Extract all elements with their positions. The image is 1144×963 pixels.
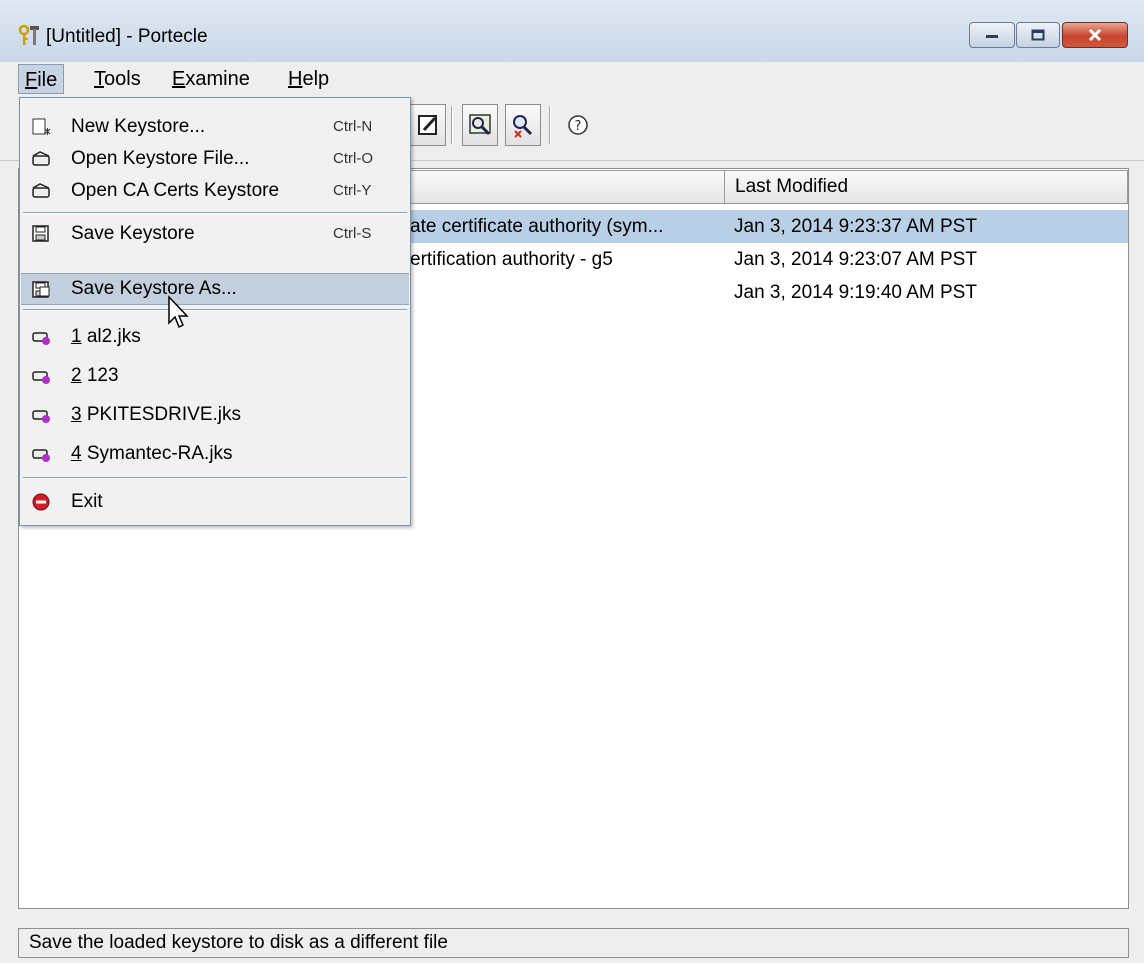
recent-keystore-icon bbox=[32, 371, 50, 384]
app-window: [Untitled] - Portecle File Tools Examine… bbox=[0, 0, 1144, 963]
recent-file-name: al2.jks bbox=[81, 326, 141, 347]
recent-keystore-icon bbox=[32, 449, 50, 462]
portecle-app-icon bbox=[18, 24, 39, 45]
menu-item-label: 1 al2.jks bbox=[71, 321, 141, 353]
menu-item-exit[interactable]: Exit bbox=[21, 486, 409, 518]
menu-item-accelerator: Ctrl-N bbox=[333, 118, 373, 135]
window-title: [Untitled] - Portecle bbox=[46, 26, 208, 47]
cell-last-modified: Jan 3, 2014 9:19:40 AM PST bbox=[734, 282, 977, 303]
file-menu-dropdown: New Keystore... Ctrl-N Open Keystore Fil… bbox=[19, 97, 411, 526]
menu-file-mnemonic: F bbox=[25, 69, 38, 91]
cell-last-modified: Jan 3, 2014 9:23:07 AM PST bbox=[734, 249, 977, 270]
menu-examine-rest: xamine bbox=[185, 68, 250, 90]
menu-tools-mnemonic: T bbox=[94, 68, 104, 90]
menu-item-label: Open Keystore File... bbox=[71, 148, 250, 169]
menu-item-accelerator: Ctrl-Y bbox=[333, 182, 372, 199]
menu-item-recent-file[interactable]: 2 123 bbox=[21, 360, 409, 392]
menu-item-open-ca-certs[interactable]: Open CA Certs Keystore Ctrl-Y bbox=[21, 175, 409, 207]
menu-separator bbox=[23, 212, 407, 214]
menu-item-label: Exit bbox=[71, 491, 103, 512]
examine-crl-icon bbox=[513, 115, 533, 138]
mouse-pointer-icon bbox=[168, 295, 189, 329]
menu-item-label: Save Keystore bbox=[71, 223, 195, 244]
recent-file-name: 123 bbox=[81, 365, 119, 386]
menu-item-save-keystore-as[interactable]: Save Keystore As... bbox=[21, 273, 409, 305]
menu-help-rest: elp bbox=[302, 68, 330, 90]
recent-file-number: 4 bbox=[71, 443, 82, 464]
minimize-button[interactable] bbox=[969, 22, 1015, 48]
menu-item-accelerator: Ctrl-S bbox=[333, 225, 372, 242]
help-icon: ? bbox=[568, 115, 588, 135]
minimize-icon bbox=[986, 35, 998, 38]
toolbar-help-button[interactable]: ? bbox=[560, 104, 596, 146]
maximize-button[interactable] bbox=[1016, 22, 1060, 48]
menu-help-mnemonic: H bbox=[288, 68, 303, 90]
menu-item-label: Save Keystore As... bbox=[71, 278, 237, 299]
table-header-last-modified[interactable]: Last Modified bbox=[724, 170, 1128, 204]
cell-last-modified: Jan 3, 2014 9:23:37 AM PST bbox=[734, 216, 977, 237]
menu-tools-rest: ools bbox=[104, 68, 141, 90]
menu-item-label: Open CA Certs Keystore bbox=[71, 180, 280, 201]
title-bar: [Untitled] - Portecle bbox=[0, 0, 1144, 62]
menu-separator bbox=[23, 309, 407, 311]
menu-item-open-keystore-file[interactable]: Open Keystore File... Ctrl-O bbox=[21, 143, 409, 175]
menu-item-save-keystore[interactable]: Save Keystore Ctrl-S bbox=[21, 218, 409, 250]
recent-keystore-icon bbox=[32, 332, 50, 345]
close-icon bbox=[1088, 28, 1102, 42]
maximize-icon bbox=[1031, 29, 1045, 41]
toolbar-separator bbox=[451, 106, 453, 144]
status-bar: Save the loaded keystore to disk as a di… bbox=[18, 928, 1129, 958]
svg-text:?: ? bbox=[575, 119, 582, 134]
recent-keystore-icon bbox=[32, 410, 50, 423]
toolbar-examine-cert-button[interactable] bbox=[462, 104, 498, 146]
menu-item-accelerator: Ctrl-O bbox=[333, 150, 373, 167]
menu-item-recent-file[interactable]: 4 Symantec-RA.jks bbox=[21, 438, 409, 470]
menu-item-recent-file[interactable]: 3 PKITESDRIVE.jks bbox=[21, 399, 409, 431]
toolbar-edit-button[interactable] bbox=[410, 104, 446, 146]
menu-item-new-keystore[interactable]: New Keystore... Ctrl-N bbox=[21, 111, 409, 143]
save-icon bbox=[32, 225, 49, 242]
menu-item-label: 2 123 bbox=[71, 360, 119, 392]
recent-file-number: 2 bbox=[71, 365, 82, 386]
new-keystore-icon bbox=[32, 118, 51, 135]
cell-alias: ertification authority - g5 bbox=[410, 249, 613, 270]
menu-file-rest: ile bbox=[37, 69, 58, 91]
menu-item-label: New Keystore... bbox=[71, 116, 206, 137]
close-button[interactable] bbox=[1062, 22, 1128, 48]
menu-examine-mnemonic: E bbox=[172, 68, 186, 90]
menu-separator bbox=[23, 477, 407, 479]
cell-alias: ate certificate authority (sym... bbox=[410, 216, 664, 237]
menu-help[interactable]: Help bbox=[282, 64, 335, 94]
toolbar-separator bbox=[549, 106, 551, 144]
menu-item-recent-file[interactable]: 1 al2.jks bbox=[21, 321, 409, 353]
recent-file-number: 1 bbox=[71, 326, 82, 347]
menu-item-label: 4 Symantec-RA.jks bbox=[71, 438, 233, 470]
recent-file-name: Symantec-RA.jks bbox=[81, 443, 233, 464]
menu-item-label: 3 PKITESDRIVE.jks bbox=[71, 399, 241, 431]
toolbar-examine-crl-button[interactable] bbox=[505, 104, 541, 146]
menu-examine[interactable]: Examine bbox=[166, 64, 256, 94]
examine-certificate-icon bbox=[469, 114, 491, 136]
open-ca-certs-icon bbox=[32, 183, 50, 198]
recent-file-number: 3 bbox=[71, 404, 82, 425]
menu-tools[interactable]: Tools bbox=[88, 64, 147, 94]
menu-file[interactable]: File bbox=[18, 64, 65, 94]
recent-file-name: PKITESDRIVE.jks bbox=[81, 404, 241, 425]
save-as-icon bbox=[32, 281, 50, 298]
edit-icon bbox=[418, 115, 437, 135]
open-keystore-icon bbox=[32, 151, 50, 166]
exit-icon bbox=[32, 493, 50, 511]
